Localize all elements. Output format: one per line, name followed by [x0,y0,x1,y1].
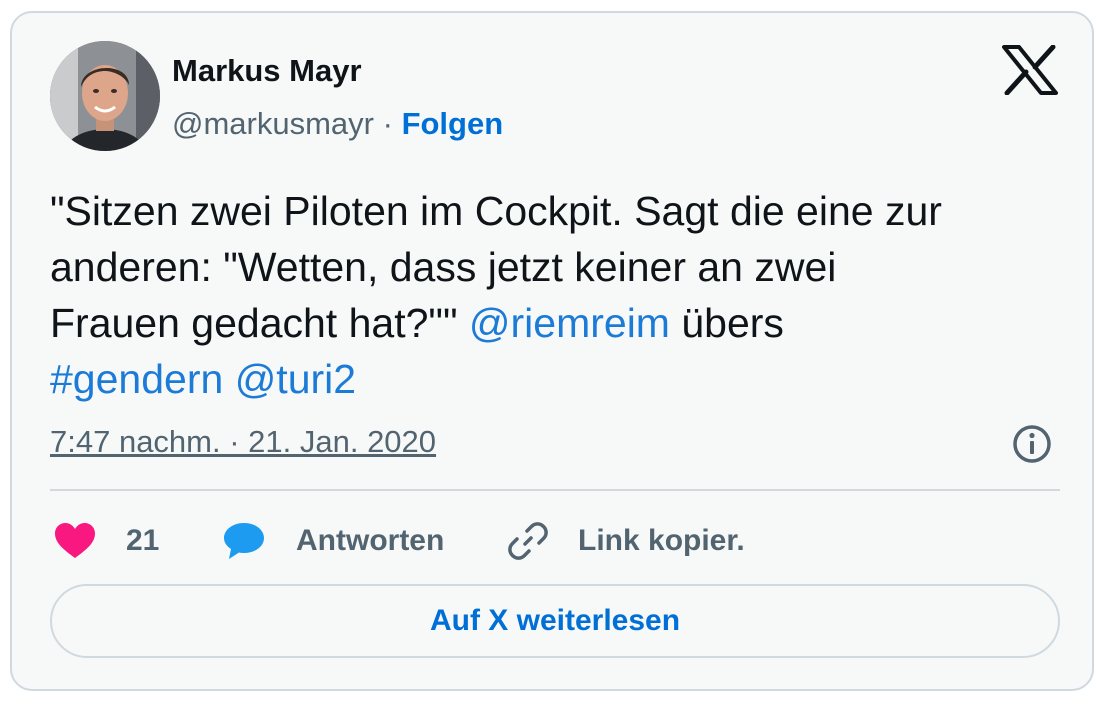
info-icon[interactable] [1012,424,1052,464]
speech-bubble-icon [224,523,264,559]
tweet-card: Markus Mayr @markusmayr · Folgen "Sitzen… [10,11,1094,691]
tweet-text-line: #gendern @turi2 [50,351,1060,407]
tweet-text-line: Frauen gedacht hat?"" @riemreim übers [50,295,1060,351]
reply-label: Antworten [296,524,445,557]
heart-icon [55,523,95,558]
divider [50,489,1060,491]
copy-link-button[interactable]: Link kopier. [508,518,745,564]
reply-button[interactable]: Antworten [222,518,444,564]
tweet-text-line: anderen: "Wetten, dass jetzt keiner an z… [50,244,837,290]
author-handle-row: @markusmayr · Folgen [172,106,503,142]
copy-link-label: Link kopier. [578,524,745,557]
tweet-text-line: "Sitzen zwei Piloten im Cockpit. Sagt di… [50,188,942,234]
avatar[interactable] [50,41,160,151]
mention-link[interactable]: @turi2 [235,356,356,402]
link-icon [508,522,548,560]
tweet-timestamp[interactable]: 7:47 nachm. · 21. Jan. 2020 [50,424,436,460]
tweet-text: "Sitzen zwei Piloten im Cockpit. Sagt di… [50,183,1060,407]
x-logo-icon[interactable] [1002,44,1058,96]
like-button[interactable]: 21 [54,518,159,564]
author-handle[interactable]: @markusmayr [172,106,374,141]
author-name[interactable]: Markus Mayr [172,53,362,89]
mention-link[interactable]: @riemreim [469,300,670,346]
tweet-text-segment: übers [681,300,784,346]
follow-button[interactable]: Folgen [402,106,504,141]
tweet-text-segment: Frauen gedacht hat?"" [50,300,458,346]
like-count: 21 [126,524,160,557]
hashtag-link[interactable]: #gendern [50,356,223,402]
handle-separator: · [382,106,393,141]
read-more-button[interactable]: Auf X weiterlesen [50,584,1060,658]
